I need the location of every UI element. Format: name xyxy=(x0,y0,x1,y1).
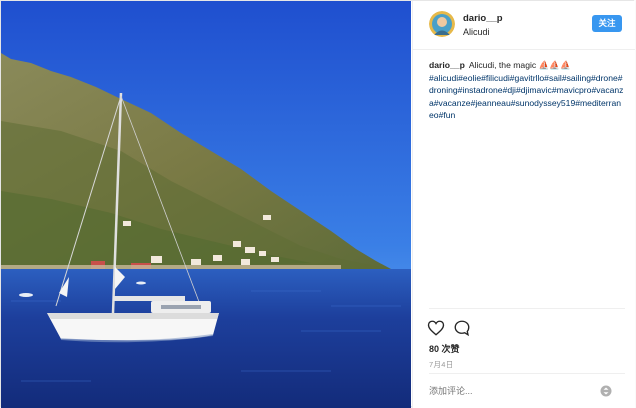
hashtag-link[interactable]: #sail xyxy=(544,73,562,83)
more-options-icon[interactable] xyxy=(600,384,612,398)
hashtag-link[interactable]: #jeanneau xyxy=(471,98,511,108)
instagram-post-card: dario__p Alicudi 关注 dario__p Alicudi, the… xyxy=(0,0,635,408)
hashtag-link[interactable]: #sailing xyxy=(562,73,591,83)
hashtag-link[interactable]: #mavicpro xyxy=(552,85,592,95)
hashtag-link[interactable]: #dji xyxy=(503,85,516,95)
hashtag-link[interactable]: #alicudi xyxy=(429,73,458,83)
hashtag-link[interactable]: #instadrone xyxy=(458,85,503,95)
hashtag-link[interactable]: #fun xyxy=(439,110,456,120)
caption: dario__p Alicudi, the magic ⛵⛵⛵ #alicudi#… xyxy=(429,59,625,122)
location-link[interactable]: Alicudi xyxy=(463,27,490,37)
heart-icon[interactable] xyxy=(427,319,445,337)
username-link[interactable]: dario__p xyxy=(463,13,503,24)
hashtag-list: #alicudi#eolie#filicudi#gavitrllo#sail#s… xyxy=(429,73,623,121)
follow-button[interactable]: 关注 xyxy=(592,15,622,32)
post-date: 7月4日 xyxy=(429,360,454,369)
post-sidebar: dario__p Alicudi 关注 dario__p Alicudi, the… xyxy=(412,1,635,408)
hashtag-link[interactable]: #sunodyssey519 xyxy=(511,98,576,108)
caption-text: Alicudi, the magic ⛵⛵⛵ xyxy=(468,60,571,70)
caption-username[interactable]: dario__p xyxy=(429,60,465,70)
actions-divider xyxy=(429,308,625,309)
like-count[interactable]: 80 次赞 xyxy=(429,342,460,355)
hashtag-link[interactable]: #djimavic xyxy=(516,85,552,95)
hashtag-link[interactable]: #vacanze xyxy=(434,98,471,108)
hashtag-link[interactable]: #eolie xyxy=(458,73,481,83)
comment-input[interactable] xyxy=(429,384,599,398)
hashtag-link[interactable]: #gavitrllo xyxy=(510,73,544,83)
post-photo[interactable] xyxy=(1,1,411,408)
hashtag-link[interactable]: #drone xyxy=(591,73,618,83)
sailboat-photo-image xyxy=(1,1,411,408)
comment-icon[interactable] xyxy=(453,319,471,337)
post-actions xyxy=(427,319,487,339)
post-header: dario__p Alicudi 关注 xyxy=(413,1,635,50)
hashtag-link[interactable]: #filicudi xyxy=(481,73,510,83)
comment-divider xyxy=(429,373,625,374)
user-avatar[interactable] xyxy=(429,11,455,37)
avatar-image xyxy=(429,11,455,37)
